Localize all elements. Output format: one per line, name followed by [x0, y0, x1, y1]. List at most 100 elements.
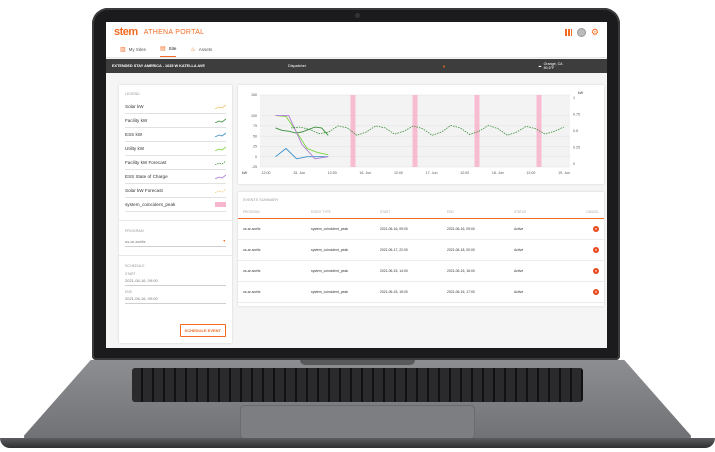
x-tick-label: 12:00	[262, 171, 271, 175]
y-tick-label: 50	[253, 134, 257, 138]
legend-label: Facility kW	[125, 118, 148, 123]
weather-temperature: 80.6°F	[543, 66, 555, 70]
start-field[interactable]: 2021-06-16, 09:00	[125, 276, 226, 286]
y-tick-label: -25	[252, 165, 257, 169]
site-name[interactable]: EXTENDED STAY AMERICA - 1635 W KATELLA A…	[112, 64, 205, 68]
table-row: us-ar-sceltz system_coincident_peak 2021-0…	[238, 219, 604, 240]
end-field[interactable]: 2021-06-16, 09:00	[125, 294, 226, 304]
legend-label: system_coincident_peak	[125, 202, 176, 207]
x-tick-label: 12:00	[526, 171, 535, 175]
col-header: END	[447, 210, 454, 214]
stem-logo[interactable]: stem	[114, 26, 138, 38]
program-select[interactable]: us-ar-sceltz ▼	[125, 237, 226, 247]
keyboard	[132, 368, 583, 402]
divider	[119, 220, 232, 221]
trackpad	[240, 405, 475, 439]
events-summary-title: EVENTS SUMMARY	[243, 198, 279, 202]
cloud-icon: ☁	[538, 64, 542, 68]
events-table-header: PROGRAM EVENT TYPE START END STATUS CANC…	[238, 202, 604, 219]
schedule-event-button[interactable]: SCHEDULE EVENT	[179, 324, 226, 337]
legend-item[interactable]: Utility kW	[125, 142, 226, 156]
event-program: us-ar-sceltz	[243, 269, 261, 273]
table-row: us-ar-sceltz system_coincident_peak 2021-0…	[238, 282, 604, 303]
legend-item[interactable]: system_coincident_peak	[125, 198, 226, 212]
tab-assets[interactable]: ♨ Assets	[190, 46, 212, 57]
legend-item[interactable]: Facility kW	[125, 114, 226, 128]
event-status: Active	[514, 248, 524, 252]
col-header: EVENT TYPE	[311, 210, 331, 214]
y-tick-label: 100	[251, 114, 257, 118]
program-value: us-ar-sceltz	[125, 239, 146, 244]
y2-tick-label: 0	[573, 162, 575, 166]
event-program: us-ar-sceltz	[243, 290, 261, 294]
col-header: START	[380, 210, 391, 214]
y2-tick-label: 0.75	[573, 113, 580, 117]
legend-swatch	[215, 160, 226, 165]
close-icon[interactable]: ×	[593, 268, 599, 274]
top-bar: stem ATHENA PORTAL ⚙	[106, 22, 607, 42]
event-program: us-ar-sceltz	[243, 248, 261, 252]
legend-swatch	[215, 132, 226, 137]
event-type: system_coincident_peak	[311, 227, 349, 231]
event-status: Active	[514, 290, 524, 294]
event-end: 2021-06-18, 00:00	[447, 248, 475, 252]
legend-item[interactable]: ESS kW	[125, 128, 226, 142]
tab-my-sites[interactable]: ▥ My Sites	[120, 46, 146, 57]
divider	[119, 255, 232, 256]
event-end: 2021-06-16, 09:00	[447, 227, 475, 231]
legend-swatch	[215, 104, 226, 109]
legend-item[interactable]: Solar kW	[125, 100, 226, 114]
portal-title: ATHENA PORTAL	[143, 28, 205, 36]
y-unit-label: kW	[242, 171, 248, 175]
y2-unit-label: kW	[578, 91, 584, 95]
event-end: 2021-06-15, 16:00	[447, 269, 475, 273]
legend-label: Solar kW	[125, 104, 144, 109]
event-band	[350, 95, 356, 167]
x-tick-label: 12:00	[328, 171, 337, 175]
legend-label: ESS State of Charge	[125, 174, 168, 179]
table-row: us-ar-sceltz system_coincident_peak 2021-0…	[238, 261, 604, 282]
table-row: us-ar-sceltz system_coincident_peak 2021-0…	[238, 240, 604, 261]
event-end: 2021-06-15, 17:00	[447, 290, 475, 294]
energy-chart: 150 100 75 50 25 0 -25 1 0.75 0.5 0.25 0 kW kW 12:00 15…	[238, 85, 604, 184]
laptop-frame: stem ATHENA PORTAL ⚙ ▥ My Sites ▤ Site ♨…	[0, 0, 715, 452]
legend-title: LEGEND	[125, 92, 140, 96]
y-tick-label: 0	[255, 155, 257, 159]
tab-label: My Sites	[128, 47, 146, 52]
weather: ☁ Orange, CA 80.6°F	[538, 62, 563, 70]
legend-label: Solar kW Forecast	[125, 188, 163, 193]
close-icon[interactable]: ×	[593, 247, 599, 253]
y2-tick-label: 1	[573, 96, 575, 100]
legend-item[interactable]: Solar kW Forecast	[125, 184, 226, 198]
hinge	[300, 360, 415, 365]
chevron-down-icon[interactable]: ▼	[442, 64, 446, 69]
gear-icon[interactable]: ⚙	[591, 27, 599, 37]
avatar[interactable]	[576, 27, 586, 37]
x-tick-label: 12:00	[460, 171, 469, 175]
webcam	[355, 13, 360, 18]
apps-grid-icon[interactable]	[564, 28, 572, 36]
tab-site[interactable]: ▤ Site	[159, 45, 177, 57]
nav-tabs: ▥ My Sites ▤ Site ♨ Assets	[106, 42, 607, 58]
x-tick-label: 17. Jun	[426, 171, 438, 175]
event-type: system_coincident_peak	[311, 248, 349, 252]
program-title: PROGRAM	[125, 229, 144, 233]
chevron-down-icon: ▼	[222, 239, 226, 243]
dispatcher-select[interactable]: Dispatcher	[288, 64, 306, 68]
x-tick-label: 16. Jun	[359, 171, 371, 175]
y-tick-label: 25	[253, 145, 257, 149]
legend-item[interactable]: Facility kW Forecast	[125, 156, 226, 170]
close-icon[interactable]: ×	[593, 226, 599, 232]
event-start: 2021-06-16, 09:00	[380, 227, 408, 231]
legend-item[interactable]: ESS State of Charge	[125, 170, 226, 184]
y2-tick-label: 0.25	[573, 146, 580, 150]
tab-label: Assets	[198, 47, 213, 52]
y2-tick-label: 0.5	[573, 129, 578, 133]
col-header: PROGRAM	[243, 210, 260, 214]
close-icon[interactable]: ×	[593, 289, 599, 295]
event-start: 2021-06-15, 15:00	[380, 290, 408, 294]
base-lip	[0, 438, 715, 448]
y-tick-label: 150	[251, 93, 257, 97]
site-bar: EXTENDED STAY AMERICA - 1635 W KATELLA A…	[106, 59, 607, 73]
legend-swatch	[215, 118, 226, 123]
